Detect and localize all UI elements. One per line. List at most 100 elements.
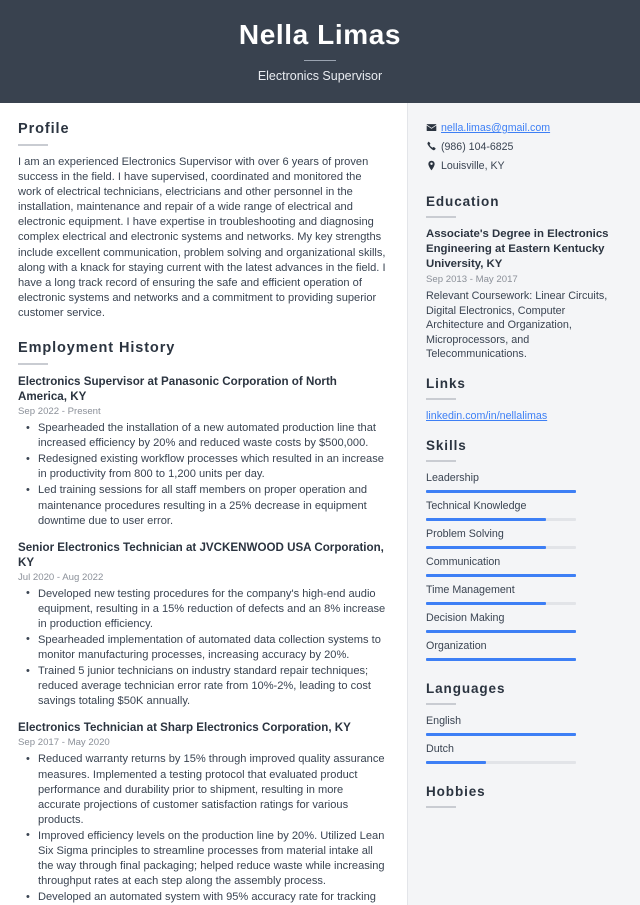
skill-bar-fill <box>426 657 576 661</box>
language-bar-fill <box>426 760 486 764</box>
job-list: Electronics Supervisor at Panasonic Corp… <box>18 374 387 905</box>
skill-label: Time Management <box>426 583 515 596</box>
skill-bar-fill <box>426 517 546 521</box>
links-section: Links linkedin.com/in/nellalimas <box>426 376 618 424</box>
skill-bar-item: Leadership <box>426 471 618 493</box>
skill-label: Leadership <box>426 471 479 484</box>
language-bar-track <box>426 760 576 764</box>
heading-underline <box>18 363 48 366</box>
skill-bar-item: Organization <box>426 639 618 661</box>
skill-bar-track <box>426 573 576 577</box>
languages-heading: Languages <box>426 680 506 696</box>
skill-label: Organization <box>426 639 487 652</box>
job-bullet: Led training sessions for all staff memb… <box>26 483 387 528</box>
profile-section: Profile I am an experienced Electronics … <box>18 121 387 321</box>
contact-value: Louisville, KY <box>441 160 505 172</box>
skill-list: Leadership Technical Knowledge Problem Sol… <box>426 471 618 661</box>
job-bullet-list: Reduced warranty returns by 15% through … <box>18 752 387 905</box>
skill-bar-track <box>426 601 576 605</box>
skill-bar-track <box>426 545 576 549</box>
skill-bar-fill <box>426 629 576 633</box>
envelope-icon <box>426 121 441 133</box>
skill-bar-fill <box>426 573 576 577</box>
skill-label: Technical Knowledge <box>426 499 527 512</box>
phone-icon <box>426 140 441 152</box>
skill-bar-track <box>426 517 576 521</box>
profile-link[interactable]: linkedin.com/in/nellalimas <box>426 409 618 424</box>
candidate-name: Nella Limas <box>238 19 402 50</box>
education-degree: Associate's Degree in Electronics Engine… <box>426 228 609 270</box>
job-dates: Jul 2020 - Aug 2022 <box>18 571 104 583</box>
job-bullet: Developed new testing procedures for the… <box>26 586 387 632</box>
contact-link[interactable]: nella.limas@gmail.com <box>441 121 550 136</box>
heading-underline <box>426 397 456 400</box>
heading-underline <box>426 702 456 705</box>
skill-label: Communication <box>426 555 501 568</box>
contact-list: nella.limas@gmail.com (986) 104-6825 Louis… <box>426 121 618 174</box>
heading-underline <box>426 216 456 218</box>
profile-heading: Profile <box>18 121 70 137</box>
contact-row[interactable]: nella.limas@gmail.com <box>426 121 618 136</box>
language-label: Dutch <box>426 742 454 755</box>
skill-bar-item: Decision Making <box>426 611 618 633</box>
job-title: Electronics Supervisor at Panasonic Corp… <box>18 375 337 404</box>
education-section: Education Associate's Degree in Electron… <box>426 194 618 362</box>
resume-header: Nella Limas Electronics Supervisor <box>0 0 640 103</box>
link-list: linkedin.com/in/nellalimas <box>426 409 618 424</box>
main-column: Profile I am an experienced Electronics … <box>0 103 408 905</box>
skills-section: Skills Leadership Technical Knowledge Prob… <box>426 438 618 661</box>
education-heading: Education <box>426 194 500 209</box>
job-entry: Senior Electronics Technician at JVCKENW… <box>18 540 387 710</box>
skill-bar-item: Time Management <box>426 583 618 605</box>
language-label: English <box>426 714 462 727</box>
sidebar-column: nella.limas@gmail.com (986) 104-6825 Louis… <box>408 103 640 905</box>
language-bar-fill <box>426 732 576 736</box>
language-bar-item: English <box>426 714 618 736</box>
job-bullet: Trained 5 junior technicians on industry… <box>26 664 387 709</box>
contact-row: Louisville, KY <box>426 159 618 174</box>
skill-bar-item: Communication <box>426 555 618 577</box>
job-title: Senior Electronics Technician at JVCKENW… <box>18 540 384 569</box>
skill-bar-item: Technical Knowledge <box>426 499 618 521</box>
language-bar-item: Dutch <box>426 742 618 764</box>
profile-text: I am an experienced Electronics Supervis… <box>18 156 386 319</box>
job-entry: Electronics Supervisor at Panasonic Corp… <box>18 374 387 529</box>
languages-section: Languages English Dutch <box>426 681 618 764</box>
links-heading: Links <box>426 375 466 391</box>
header-divider <box>304 60 336 61</box>
skill-bar-track <box>426 657 576 661</box>
skill-bar-fill <box>426 601 546 605</box>
skills-heading: Skills <box>426 437 467 453</box>
skill-label: Decision Making <box>426 611 505 624</box>
skill-bar-track <box>426 629 576 633</box>
map-pin-icon <box>426 159 441 171</box>
employment-section: Employment History Electronics Superviso… <box>18 340 387 905</box>
resume-body: Profile I am an experienced Electronics … <box>0 103 640 905</box>
employment-heading: Employment History <box>18 340 176 357</box>
language-bar-track <box>426 732 576 736</box>
contact-value: (986) 104-6825 <box>441 141 514 153</box>
skill-label: Problem Solving <box>426 527 504 540</box>
job-bullet-list: Developed new testing procedures for the… <box>18 586 387 710</box>
job-entry: Electronics Technician at Sharp Electron… <box>18 720 387 905</box>
job-title: Electronics Technician at Sharp Electron… <box>18 721 351 735</box>
hobbies-heading: Hobbies <box>426 783 486 799</box>
job-dates: Sep 2017 - May 2020 <box>18 737 110 749</box>
job-bullet-list: Spearheaded the installation of a new au… <box>18 421 387 529</box>
job-bullet: Reduced warranty returns by 15% through … <box>26 752 387 827</box>
job-dates: Sep 2022 - Present <box>18 406 101 418</box>
job-bullet: Redesigned existing workflow processes w… <box>26 452 387 482</box>
job-bullet: Spearheaded the installation of a new au… <box>26 421 387 451</box>
hobbies-section: Hobbies <box>426 784 618 808</box>
skill-bar-fill <box>426 489 576 493</box>
job-bullet: Spearheaded implementation of automated … <box>26 632 387 663</box>
skill-bar-fill <box>426 545 546 549</box>
language-list: English Dutch <box>426 714 618 764</box>
heading-underline <box>426 805 456 808</box>
job-bullet: Developed an automated system with 95% a… <box>26 890 387 905</box>
